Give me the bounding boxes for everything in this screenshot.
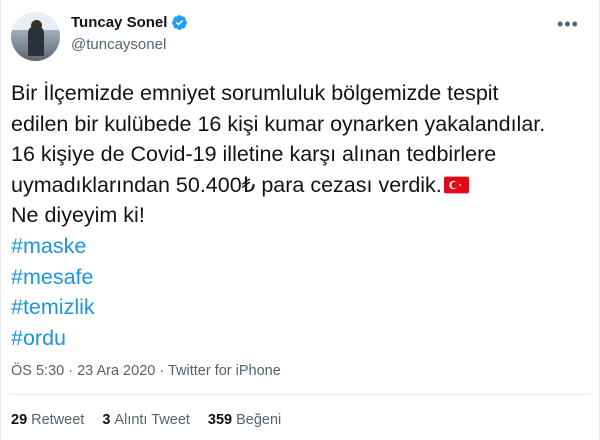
- tweet-text-line: edilen bir kulübede 16 kişi kumar oynark…: [11, 111, 546, 136]
- tweet-source[interactable]: Twitter for iPhone: [168, 363, 281, 379]
- tweet-time[interactable]: ÖS 5:30: [11, 363, 64, 379]
- more-options-icon[interactable]: •••: [557, 14, 579, 35]
- retweet-count[interactable]: 29 Retweet: [11, 412, 84, 428]
- quote-label: Alıntı Tweet: [114, 412, 190, 428]
- quote-count-value: 3: [102, 412, 111, 428]
- tweet-date[interactable]: 23 Ara 2020: [77, 363, 155, 379]
- hashtag-link[interactable]: #ordu: [11, 323, 586, 354]
- retweet-count-value: 29: [11, 412, 28, 428]
- hashtag-link[interactable]: #mesafe: [11, 262, 586, 293]
- like-count[interactable]: 359 Beğeni: [208, 412, 281, 428]
- tweet-card: Tuncay Sonel @tuncaysonel ••• Bir İlçemi…: [0, 0, 600, 440]
- avatar-figure: [28, 26, 44, 56]
- meta-separator: ·: [68, 363, 74, 379]
- hashtag-link[interactable]: #maske: [11, 231, 586, 262]
- like-label: Beğeni: [236, 412, 282, 428]
- tweet-text: Bir İlçemizde emniyet sorumluluk bölgemi…: [11, 78, 586, 353]
- verified-badge-icon: [172, 15, 188, 30]
- tweet-text-line-content: uymadıklarından 50.400₺ para cezası verd…: [11, 172, 442, 197]
- tweet-stats: 29 Retweet 3 Alıntı Tweet 359 Beğeni: [11, 412, 281, 428]
- hashtag-link[interactable]: #temizlik: [11, 292, 586, 323]
- tweet-text-line: Bir İlçemizde emniyet sorumluluk bölgemi…: [11, 81, 499, 105]
- quote-count[interactable]: 3 Alıntı Tweet: [102, 412, 190, 428]
- turkey-flag-icon: [443, 176, 469, 194]
- divider: [11, 394, 589, 395]
- avatar[interactable]: [11, 12, 60, 61]
- like-count-value: 359: [207, 412, 233, 428]
- author-name-row[interactable]: Tuncay Sonel: [71, 14, 188, 31]
- retweet-label: Retweet: [31, 412, 85, 428]
- meta-separator: ·: [159, 363, 165, 379]
- tweet-text-line: Ne diyeyim ki!: [11, 203, 145, 228]
- author-handle[interactable]: @tuncaysonel: [71, 36, 166, 53]
- author-name[interactable]: Tuncay Sonel: [71, 14, 167, 31]
- tweet-text-line: uymadıklarından 50.400₺ para cezası verd…: [11, 170, 586, 201]
- tweet-meta: ÖS 5:30 · 23 Ara 2020 · Twitter for iPho…: [11, 363, 281, 379]
- tweet-text-line: 16 kişiye de Covid-19 illetine karşı alı…: [11, 142, 497, 167]
